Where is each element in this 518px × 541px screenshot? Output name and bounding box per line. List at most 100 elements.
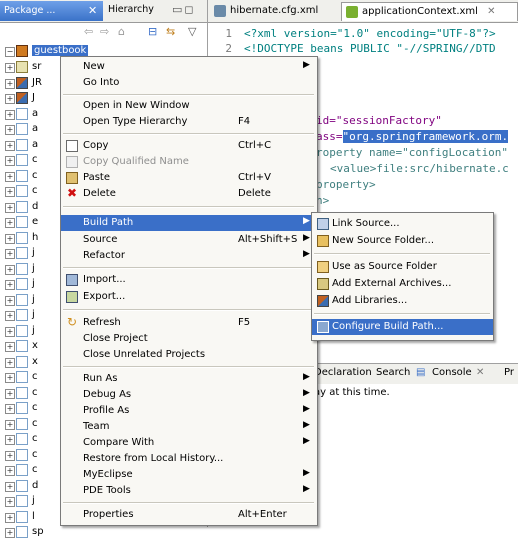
tree-item-label: c (32, 417, 38, 429)
expand-icon[interactable]: + (5, 404, 15, 414)
expand-icon[interactable]: + (5, 78, 15, 89)
menu-item-compare-with[interactable]: Compare With ▶ (61, 435, 317, 451)
expand-icon[interactable]: + (5, 373, 15, 383)
tab-console[interactable]: Console (432, 367, 472, 378)
expand-icon[interactable]: + (5, 264, 15, 275)
expand-icon[interactable]: + (5, 125, 15, 135)
menu-item-restore-from-local-history[interactable]: Restore from Local History... (61, 451, 317, 467)
close-icon[interactable]: ✕ (487, 6, 495, 17)
menu-item-link-source[interactable]: Link Source... (312, 216, 493, 232)
expand-icon[interactable]: + (5, 357, 15, 368)
expand-icon[interactable]: + (5, 187, 15, 197)
menu-item-properties[interactable]: Properties Alt+Enter (61, 507, 317, 523)
menu-item-close-unrelated-projects[interactable]: Close Unrelated Projects (61, 347, 317, 363)
tab-package-explorer[interactable]: Package ... ✕ (0, 1, 103, 21)
tree-item-label: c (32, 185, 38, 196)
expand-icon[interactable]: + (5, 156, 15, 166)
menu-item-refresh[interactable]: ↻ Refresh F5 (61, 315, 317, 331)
menu-item-new-source-folder[interactable]: New Source Folder... (312, 233, 493, 249)
expand-icon[interactable]: + (5, 140, 15, 151)
expand-icon[interactable]: + (5, 249, 15, 259)
menu-item-profile-as[interactable]: Profile As ▶ (61, 403, 317, 419)
menu-item-use-as-source-folder[interactable]: Use as Source Folder (312, 259, 493, 275)
link-with-editor-icon[interactable]: ⇆ (166, 25, 175, 38)
menu-separator (63, 267, 314, 269)
code-snippet-text: id="sessionFactory" (316, 114, 442, 127)
forward-arrow-icon[interactable]: ⇨ (100, 25, 109, 38)
expand-icon[interactable]: + (5, 466, 15, 476)
expand-icon[interactable]: + (5, 481, 15, 492)
menu-item-label: PDE Tools (83, 485, 131, 496)
expand-icon[interactable]: + (5, 233, 15, 244)
up-folder-icon[interactable]: ⌂ (118, 25, 125, 38)
expand-icon[interactable]: + (5, 450, 15, 461)
jar-icon (16, 138, 28, 151)
menu-item-pde-tools[interactable]: PDE Tools ▶ (61, 483, 317, 499)
expand-icon[interactable]: + (5, 419, 15, 430)
expand-icon[interactable]: + (5, 63, 15, 73)
menu-separator (63, 94, 314, 96)
expand-icon[interactable]: + (5, 435, 15, 445)
menu-item-run-as[interactable]: Run As ▶ (61, 371, 317, 387)
tab-hibernate-cfg[interactable]: hibernate.cfg.xml (210, 2, 340, 21)
menu-item-label: Build Path (83, 217, 134, 228)
expand-icon[interactable]: + (5, 512, 15, 523)
close-icon[interactable]: ✕ (476, 367, 484, 378)
tree-item-label: a (32, 123, 39, 134)
tab-search[interactable]: Search (376, 367, 410, 378)
menu-item-source[interactable]: Source Alt+Shift+S ▶ (61, 232, 317, 248)
collapse-icon[interactable]: − (5, 47, 15, 57)
expand-icon[interactable]: + (5, 528, 15, 538)
menu-item-myeclipse[interactable]: MyEclipse ▶ (61, 467, 317, 483)
menu-item-paste[interactable]: Paste Ctrl+V (61, 170, 317, 186)
collapse-all-icon[interactable]: ⊟ (148, 25, 157, 38)
menu-item-import[interactable]: Import... (61, 272, 317, 288)
tab-declaration[interactable]: Declaration (314, 367, 372, 378)
menu-item-label: Close Project (83, 333, 148, 344)
tab-problems[interactable]: Pr (504, 367, 514, 378)
close-icon[interactable]: ✕ (88, 4, 97, 17)
expand-icon[interactable]: + (5, 497, 15, 507)
jar-icon (16, 185, 28, 197)
menu-item-team[interactable]: Team ▶ (61, 419, 317, 435)
expand-icon[interactable]: + (5, 109, 15, 120)
expand-icon[interactable]: + (5, 326, 15, 337)
expand-icon[interactable]: + (5, 171, 15, 182)
menu-item-build-path[interactable]: Build Path ▶ (61, 215, 317, 231)
jar-icon (16, 200, 28, 213)
menu-item-refactor[interactable]: Refactor ▶ (61, 248, 317, 264)
view-menu-icon[interactable]: ▽ (188, 25, 196, 38)
menu-item-shortcut: F4 (238, 116, 251, 127)
expand-icon[interactable]: + (5, 94, 15, 104)
expand-icon[interactable]: + (5, 218, 15, 228)
maximize-icon[interactable]: ◻ (184, 3, 195, 16)
back-arrow-icon[interactable]: ⇦ (84, 25, 93, 38)
expand-icon[interactable]: + (5, 388, 15, 399)
menu-item-open-in-new-window[interactable]: Open in New Window (61, 98, 317, 114)
menu-item-label: Copy Qualified Name (83, 156, 189, 167)
tab-application-context[interactable]: applicationContext.xml ✕ (341, 2, 518, 21)
tree-item-label: a (32, 107, 39, 119)
jar-icon (16, 355, 28, 368)
menu-item-add-libraries[interactable]: Add Libraries... (312, 293, 493, 309)
menu-item-go-into[interactable]: Go Into (61, 75, 317, 91)
expand-icon[interactable]: + (5, 295, 15, 306)
menu-item-export[interactable]: Export... (61, 289, 317, 305)
menu-item-configure-build-path[interactable]: Configure Build Path... (312, 319, 493, 335)
expand-icon[interactable]: + (5, 311, 15, 321)
menu-item-shortcut: Ctrl+C (238, 140, 272, 151)
tab-hierarchy[interactable]: Hierarchy (108, 4, 154, 15)
menu-item-new[interactable]: New ▶ (61, 59, 317, 75)
menu-item-debug-as[interactable]: Debug As ▶ (61, 387, 317, 403)
menu-item-add-external-archives[interactable]: Add External Archives... (312, 276, 493, 292)
tree-item[interactable]: + sp (0, 525, 120, 541)
minimize-icon[interactable]: ▭ (172, 3, 184, 16)
menu-item-open-type-hierarchy[interactable]: Open Type Hierarchy F4 (61, 114, 317, 130)
menu-item-copy[interactable]: Copy Ctrl+C (61, 138, 317, 154)
expand-icon[interactable]: + (5, 342, 15, 352)
menu-item-delete[interactable]: ✖ Delete Delete (61, 186, 317, 202)
jar-icon (16, 371, 28, 383)
expand-icon[interactable]: + (5, 280, 15, 290)
expand-icon[interactable]: + (5, 202, 15, 213)
menu-item-close-project[interactable]: Close Project (61, 331, 317, 347)
